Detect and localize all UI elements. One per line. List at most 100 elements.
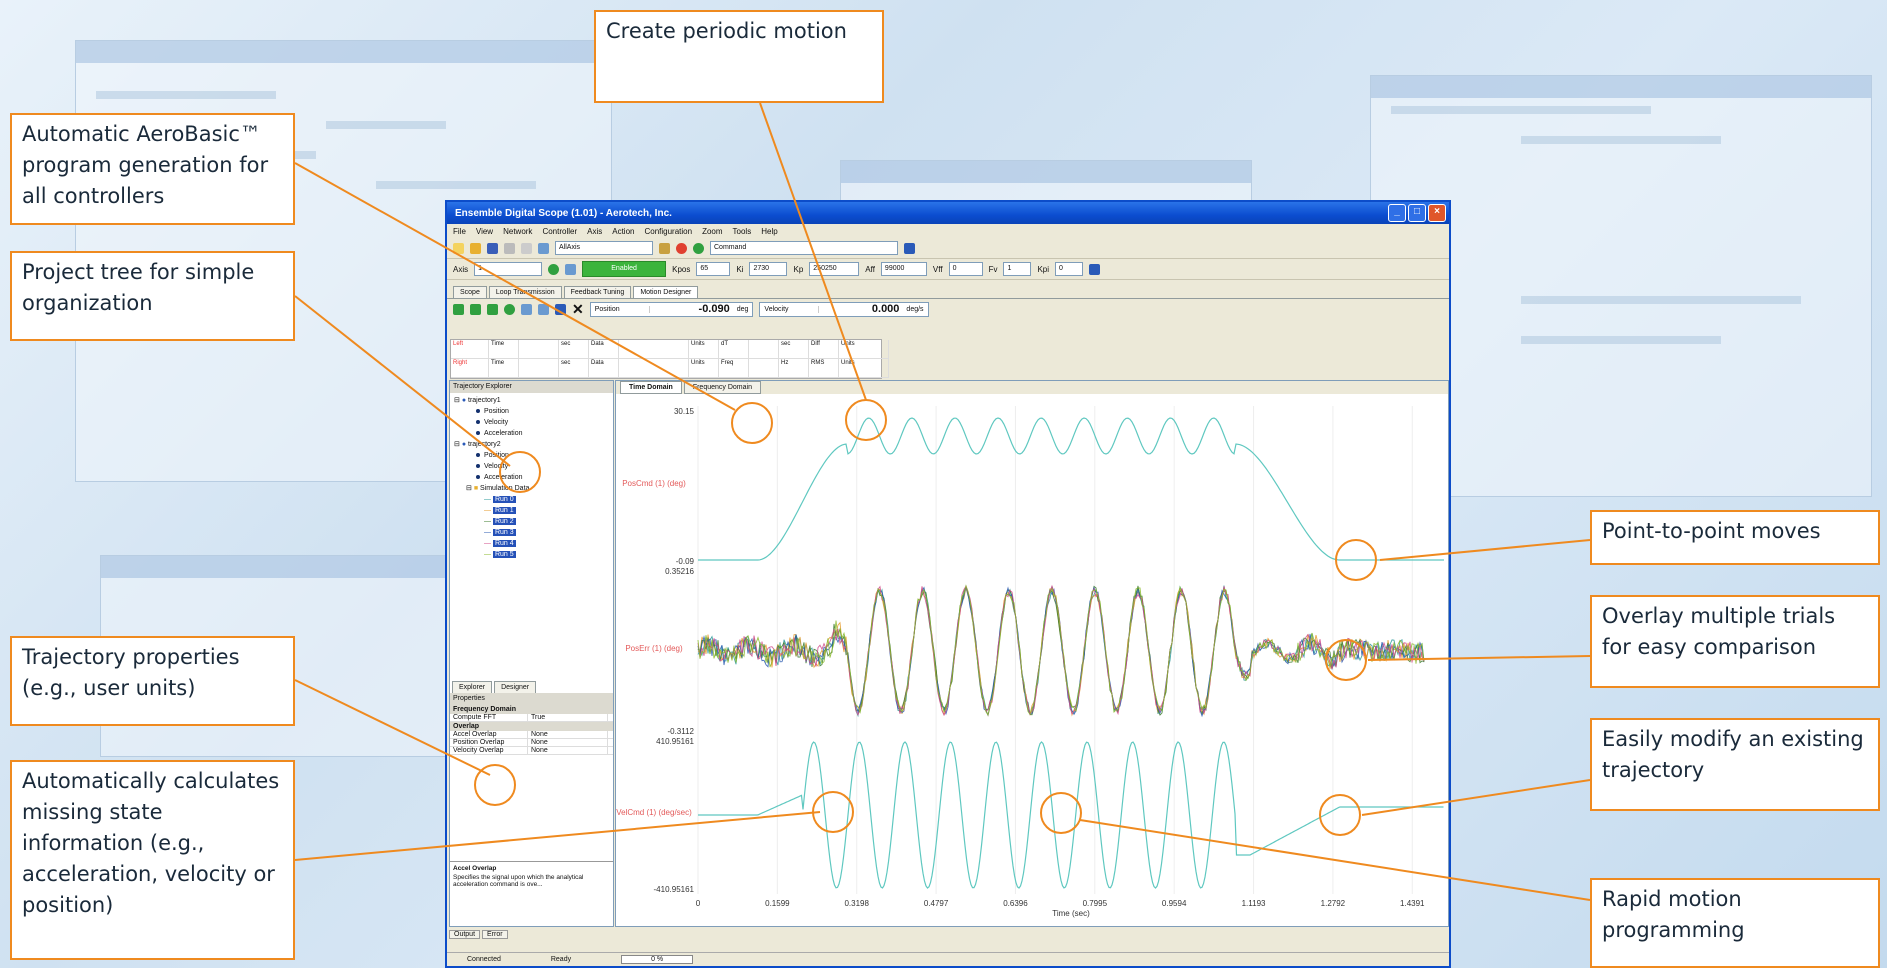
run-item[interactable]: — Run 2 xyxy=(454,516,609,527)
tab-explorer[interactable]: Explorer xyxy=(452,681,493,693)
tree-leaf[interactable]: Position xyxy=(454,406,609,417)
minimize-button[interactable]: _ xyxy=(1388,204,1406,222)
tab-scope[interactable]: Scope xyxy=(453,286,487,298)
x-tick-label: 0.9594 xyxy=(1162,899,1187,908)
cursor-cell: dT xyxy=(719,340,749,359)
open-icon[interactable] xyxy=(470,242,481,254)
chart-icon[interactable] xyxy=(538,242,549,254)
kpi-field[interactable]: 0 xyxy=(1055,262,1084,276)
fv-field[interactable]: 1 xyxy=(1003,262,1032,276)
axis-select[interactable]: 1 xyxy=(474,262,543,276)
save-icon[interactable] xyxy=(487,242,498,254)
tab-loop-transmission[interactable]: Loop Transmission xyxy=(488,286,562,298)
kpos-field[interactable]: 65 xyxy=(696,262,731,276)
tree-node[interactable]: ⊟ ● trajectory1 xyxy=(454,395,609,406)
run-item[interactable]: — Run 3 xyxy=(454,527,609,538)
menu-tools[interactable]: Tools xyxy=(733,227,752,236)
property-grid: Frequency Domain Compute FFT True Overlap… xyxy=(450,705,613,755)
menu-action[interactable]: Action xyxy=(612,227,634,236)
menu-network[interactable]: Network xyxy=(503,227,532,236)
kpos-label: Kpos xyxy=(672,264,691,274)
cursor-cell: Time xyxy=(489,340,519,359)
x-tick-label: 1.4391 xyxy=(1400,899,1425,908)
cursor-cell: Units xyxy=(689,340,719,359)
copy-icon[interactable] xyxy=(504,242,515,254)
explorer-tabs: Explorer Designer Properties Frequency D… xyxy=(450,681,613,755)
prop-group[interactable]: Overlap xyxy=(450,722,613,731)
run-item[interactable]: — Run 5 xyxy=(454,549,609,560)
ok-icon[interactable] xyxy=(693,242,704,254)
execute-icon[interactable] xyxy=(904,242,915,254)
tree-leaf[interactable]: Position xyxy=(454,450,609,461)
function-icon[interactable] xyxy=(659,242,670,254)
tree-folder[interactable]: ⊟ ■ Simulation Data xyxy=(454,483,609,494)
status-ready: Ready xyxy=(550,956,572,963)
menu-controller[interactable]: Controller xyxy=(542,227,577,236)
zoom-out-icon[interactable] xyxy=(538,303,549,315)
stop-icon[interactable] xyxy=(676,242,687,254)
home-icon[interactable] xyxy=(565,263,577,275)
prop-row[interactable]: Compute FFT True xyxy=(450,714,613,722)
prop-group[interactable]: Frequency Domain xyxy=(450,705,613,714)
tree-node[interactable]: ⊟ ● trajectory2 xyxy=(454,439,609,450)
paste-icon[interactable] xyxy=(521,242,532,254)
save-gains-icon[interactable] xyxy=(1089,263,1101,275)
title-bar[interactable]: Ensemble Digital Scope (1.01) - Aerotech… xyxy=(447,202,1449,224)
maximize-button[interactable]: □ xyxy=(1408,204,1426,222)
prop-row[interactable]: Position Overlap None xyxy=(450,739,613,747)
close-button[interactable]: × xyxy=(1428,204,1446,222)
aff-field[interactable]: 99000 xyxy=(880,262,927,276)
tab-designer[interactable]: Designer xyxy=(494,681,537,693)
explorer-title: Trajectory Explorer xyxy=(450,381,613,393)
tab-feedback-tuning[interactable]: Feedback Tuning xyxy=(563,286,632,298)
axis-combo[interactable]: AllAxis xyxy=(555,241,653,255)
kp-field[interactable]: 250250 xyxy=(809,262,860,276)
menu-zoom[interactable]: Zoom xyxy=(702,227,722,236)
play-icon[interactable] xyxy=(470,303,481,315)
prop-row[interactable]: Velocity Overlap None xyxy=(450,747,613,755)
tree-leaf[interactable]: Velocity xyxy=(454,417,609,428)
menu-help[interactable]: Help xyxy=(761,227,777,236)
x-axis-label: Time (sec) xyxy=(1052,909,1090,918)
run-item[interactable]: — Run 0 xyxy=(454,494,609,505)
cursor-cell: Freq xyxy=(719,359,749,378)
tree-leaf[interactable]: Velocity xyxy=(454,461,609,472)
tab-error[interactable]: Error xyxy=(482,930,508,939)
y-tick-label: 410.95161 xyxy=(656,737,694,746)
tree-leaf[interactable]: Acceleration xyxy=(454,428,609,439)
tab-frequency-domain[interactable]: Frequency Domain xyxy=(683,381,761,394)
tab-time-domain[interactable]: Time Domain xyxy=(620,381,682,394)
check-icon[interactable] xyxy=(453,303,464,315)
tree-leaf[interactable]: Acceleration xyxy=(454,472,609,483)
new-icon[interactable] xyxy=(453,242,464,254)
menu-view[interactable]: View xyxy=(476,227,493,236)
command-input[interactable]: Command xyxy=(710,241,898,255)
kpi-label: Kpi xyxy=(1037,264,1050,274)
menu-configuration[interactable]: Configuration xyxy=(644,227,692,236)
vff-field[interactable]: 0 xyxy=(948,262,983,276)
download-icon[interactable] xyxy=(555,303,566,315)
cursor-cell: Hz xyxy=(779,359,809,378)
tab-motion-designer[interactable]: Motion Designer xyxy=(633,286,699,298)
cursor-cell: Right xyxy=(451,359,489,378)
enable-icon[interactable] xyxy=(548,263,560,275)
menu-file[interactable]: File xyxy=(453,227,466,236)
menu-axis[interactable]: Axis xyxy=(587,227,602,236)
run-item[interactable]: — Run 1 xyxy=(454,505,609,516)
prop-row[interactable]: Accel Overlap None xyxy=(450,731,613,739)
run-icon[interactable] xyxy=(504,303,515,315)
plot-canvas[interactable]: 0 0.1599 0.3198 0.4797 0.6396 0.7995 0.9594 1.1… xyxy=(616,394,1446,924)
step-icon[interactable] xyxy=(487,303,498,315)
cancel-icon[interactable]: ✕ xyxy=(572,301,584,318)
callout-periodic-motion: Create periodic motion xyxy=(594,10,884,103)
y-axis-label: VelCmd (1) (deg/sec) xyxy=(616,808,692,817)
tab-output[interactable]: Output xyxy=(449,930,481,939)
zoom-in-icon[interactable] xyxy=(521,303,532,315)
callout-trajectory-properties: Trajectory properties (e.g., user units) xyxy=(10,636,295,726)
properties-title: Properties xyxy=(450,693,613,705)
axis-label: Axis xyxy=(453,264,469,274)
callout-overlay-trials: Overlay multiple trials for easy compari… xyxy=(1590,595,1880,688)
cursor-cell: Time xyxy=(489,359,519,378)
run-item[interactable]: — Run 4 xyxy=(454,538,609,549)
ki-field[interactable]: 2730 xyxy=(749,262,788,276)
